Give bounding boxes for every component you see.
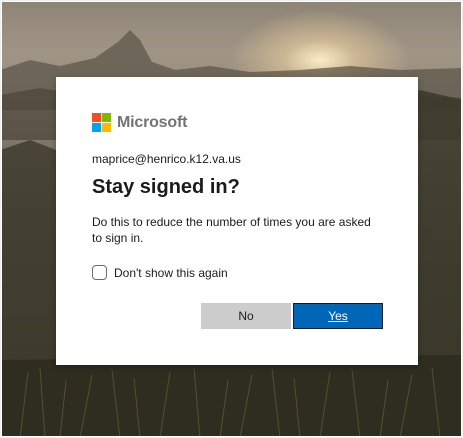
logo-square-yellow xyxy=(102,123,111,132)
brand-header: Microsoft xyxy=(92,113,187,132)
dialog-description: Do this to reduce the number of times yo… xyxy=(92,215,371,245)
no-button[interactable]: No xyxy=(201,303,291,329)
dialog-title: Stay signed in? xyxy=(92,176,240,198)
yes-button[interactable]: Yes xyxy=(293,303,383,329)
stay-signed-in-dialog: Microsoft maprice@henrico.k12.va.us Stay… xyxy=(56,77,418,365)
logo-square-red xyxy=(92,113,101,122)
dont-show-again-checkbox[interactable] xyxy=(92,265,107,280)
sign-in-screen: Microsoft maprice@henrico.k12.va.us Stay… xyxy=(0,0,463,438)
microsoft-logo-icon xyxy=(92,113,111,132)
account-email: maprice@henrico.k12.va.us xyxy=(92,152,241,166)
logo-square-green xyxy=(102,113,111,122)
logo-square-blue xyxy=(92,123,101,132)
dont-show-again-label[interactable]: Don't show this again xyxy=(114,266,228,280)
dont-show-again-row[interactable]: Don't show this again xyxy=(92,265,228,280)
brand-name: Microsoft xyxy=(117,113,188,131)
